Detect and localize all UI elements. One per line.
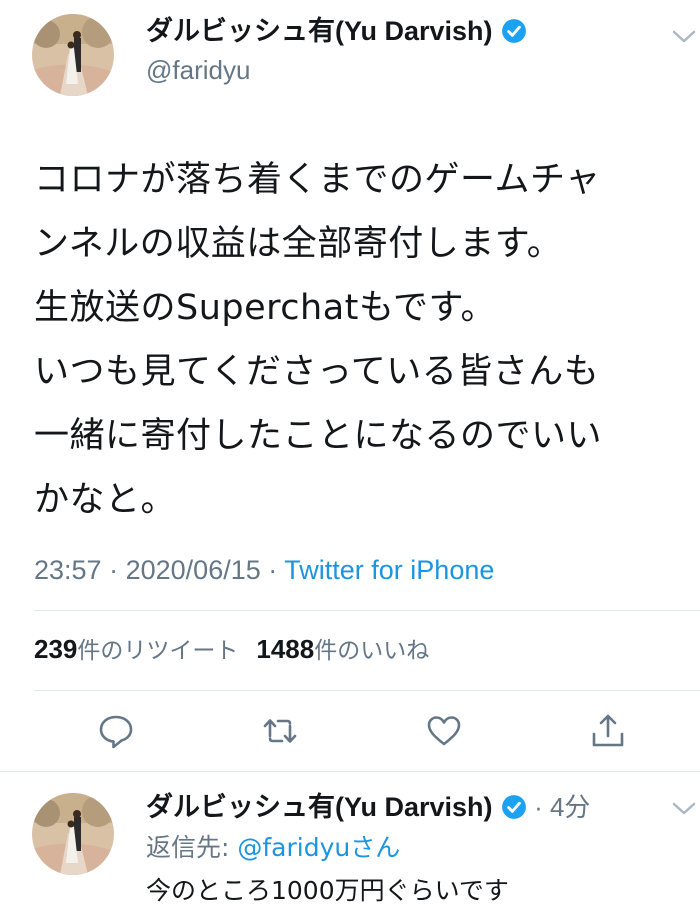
divider	[34, 690, 700, 691]
avatar[interactable]	[32, 14, 114, 96]
tweet-time[interactable]: 23:57	[34, 555, 102, 585]
divider	[0, 771, 700, 772]
reply-display-name[interactable]: ダルビッシュ有(Yu Darvish)	[146, 792, 493, 822]
divider	[34, 610, 700, 611]
retweet-count: 239	[34, 634, 78, 664]
tweet-header: ダルビッシュ有(Yu Darvish) @faridyu	[0, 0, 700, 110]
avatar-photo	[32, 793, 114, 875]
meta-separator: ·	[109, 555, 119, 585]
retweet-stat[interactable]: 239件のリツイート	[34, 634, 239, 664]
tweet-meta: 23:57 · 2020/06/15 · Twitter for iPhone	[34, 553, 494, 587]
reply-author[interactable]: ダルビッシュ有(Yu Darvish) · 4分	[146, 790, 590, 824]
avatar[interactable]	[32, 793, 114, 875]
tweet-text: コロナが落ち着くまでのゲームチャ ンネルの収益は全部寄付します。 生放送のSup…	[34, 148, 679, 532]
verified-badge-icon	[501, 19, 526, 43]
reply-time[interactable]: · 4分	[534, 792, 590, 822]
like-label: 件のいいね	[314, 638, 430, 664]
display-name[interactable]: ダルビッシュ有(Yu Darvish)	[146, 14, 527, 48]
reply-to-mention[interactable]: @faridyuさん	[237, 833, 400, 862]
reply-to-prefix: 返信先:	[146, 833, 238, 862]
tweet-text-line: いつも見てくださっている皆さんも	[34, 352, 600, 392]
tweet-stats: 239件のリツイート 1488件のいいね	[34, 632, 429, 668]
retweet-label: 件のリツイート	[77, 638, 239, 664]
handle[interactable]: @faridyu	[146, 54, 250, 86]
like-count: 1488	[256, 634, 315, 664]
tweet-text-line: ンネルの収益は全部寄付します。	[34, 224, 563, 264]
tweet-text-line: かなと。	[34, 480, 177, 520]
tweet-text-line: コロナが落ち着くまでのゲームチャ	[34, 160, 601, 200]
display-name-text[interactable]: ダルビッシュ有(Yu Darvish)	[146, 16, 493, 46]
tweet-date[interactable]: 2020/06/15	[126, 555, 261, 585]
heart-icon	[427, 716, 461, 746]
retweet-icon	[263, 719, 297, 743]
share-button[interactable]	[589, 712, 627, 750]
tweet-text-line: 生放送のSuperchatもです。	[34, 288, 496, 328]
share-icon	[592, 714, 624, 747]
reply-button[interactable]	[97, 712, 135, 750]
tweet-text-line: 一緒に寄付したことになるのでいい	[34, 416, 603, 456]
reply-text: 今のところ1000万円ぐらいです	[146, 876, 509, 905]
chevron-down-icon[interactable]	[670, 28, 698, 46]
meta-separator: ·	[268, 555, 278, 585]
chevron-down-icon[interactable]	[670, 800, 698, 818]
tweet-source-link[interactable]: Twitter for iPhone	[284, 555, 494, 585]
reply-icon	[99, 715, 133, 749]
like-stat[interactable]: 1488件のいいね	[256, 634, 430, 664]
reply-to: 返信先: @faridyuさん	[146, 832, 400, 864]
retweet-button[interactable]	[261, 712, 299, 750]
verified-badge-icon	[501, 795, 526, 819]
like-button[interactable]	[425, 712, 463, 750]
avatar-photo	[32, 14, 114, 96]
